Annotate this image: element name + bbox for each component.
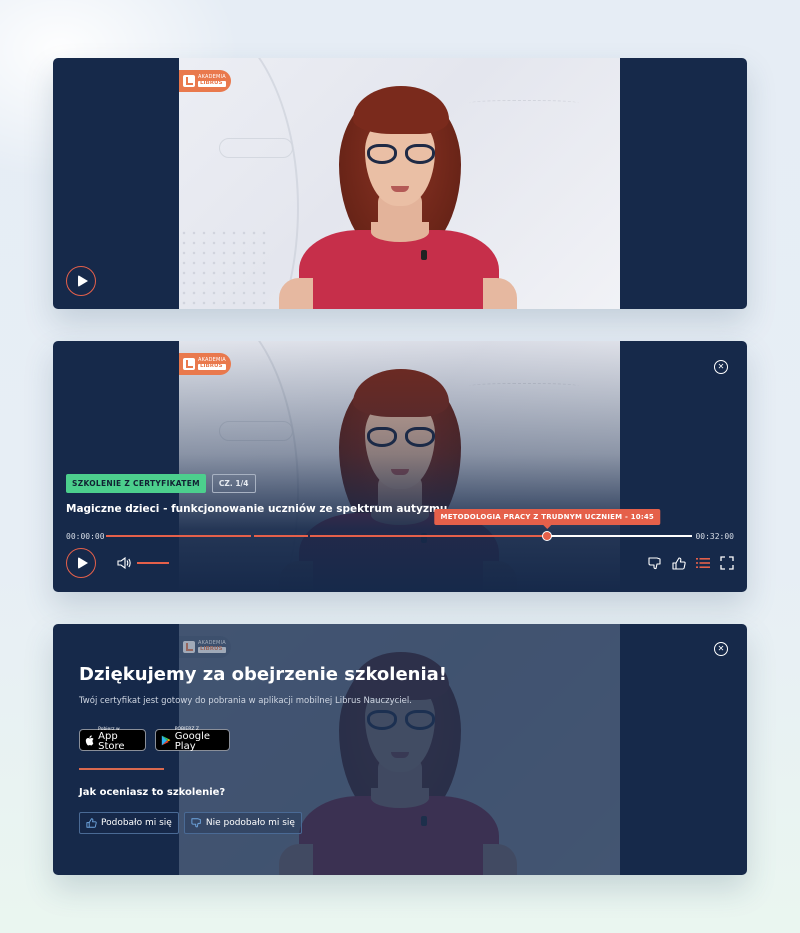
google-play-button[interactable]: POBIERZ Z Google Play (155, 727, 230, 753)
logo-text-bottom: LIBRUS (198, 364, 226, 370)
fullscreen-icon[interactable] (720, 556, 734, 570)
logo-text-bottom: LIBRUS (198, 647, 226, 653)
thumbs-up-icon[interactable] (672, 556, 686, 570)
end-screen-title: Dziękujemy za obejrzenie szkolenia! (79, 664, 448, 685)
app-store-button[interactable]: Pobierz w App Store (79, 727, 146, 753)
course-badges: SZKOLENIE Z CERTYFIKATEM CZ. 1/4 (66, 474, 256, 493)
progress-played-segment[interactable] (253, 535, 308, 537)
progress-played-segment[interactable] (309, 535, 549, 537)
like-label: Podobało mi się (101, 818, 172, 828)
google-play-icon (161, 735, 171, 745)
volume-control[interactable] (117, 557, 169, 569)
chapter-tooltip: METODOLOGIA PRACY Z TRUDNYM UCZNIEM - 10… (434, 509, 660, 529)
thumbs-up-icon (86, 818, 97, 828)
play-icon (77, 275, 88, 287)
librus-logo-mark-icon (183, 358, 195, 370)
logo-text-bottom: LIBRUS (198, 81, 226, 87)
volume-slider[interactable] (137, 562, 169, 564)
play-button[interactable] (66, 266, 96, 296)
akademia-librus-logo: AKADEMIA LIBRUS (179, 353, 231, 375)
dislike-label: Nie podobało mi się (205, 818, 295, 828)
end-screen-subtitle: Twój certyfikat jest gotowy do pobrania … (79, 696, 412, 706)
current-time: 00:00:00 (66, 532, 105, 541)
course-title: Magiczne dzieci - funkcjonowanie uczniów… (66, 503, 448, 515)
video-player-end-screen: AKADEMIA LIBRUS ✕ Dziękujemy za obejrzeni… (53, 624, 747, 875)
total-time: 00:32:00 (695, 532, 734, 541)
akademia-librus-logo: AKADEMIA LIBRUS (179, 636, 231, 658)
dislike-button[interactable]: Nie podobało mi się (183, 812, 302, 834)
section-divider (79, 768, 164, 770)
end-screen-overlay (179, 624, 620, 875)
progress-played-segment[interactable] (106, 535, 251, 537)
librus-logo-mark-icon (183, 75, 195, 87)
like-button[interactable]: Podobało mi się (79, 812, 179, 834)
close-icon: ✕ (717, 362, 725, 371)
app-store-big-text: App Store (98, 731, 125, 753)
video-player-controls[interactable]: AKADEMIA LIBRUS ✕ SZKOLENIE Z CERTYFIKATE… (53, 341, 747, 592)
progress-remaining-segment[interactable] (547, 535, 692, 537)
thumbs-down-icon[interactable] (648, 556, 662, 570)
video-frame[interactable]: AKADEMIA LIBRUS (179, 58, 620, 309)
librus-logo-mark-icon (183, 641, 195, 653)
background-dots (179, 228, 269, 308)
certificate-badge: SZKOLENIE Z CERTYFIKATEM (66, 474, 206, 493)
google-play-big-text: Google Play (174, 731, 211, 753)
player-toolbar (648, 556, 734, 570)
rating-buttons: Podobało mi się Nie podobało mi się (79, 812, 302, 834)
video-player-idle[interactable]: AKADEMIA LIBRUS (53, 58, 747, 309)
apple-icon (85, 734, 94, 745)
close-icon: ✕ (717, 644, 725, 653)
part-badge: CZ. 1/4 (211, 474, 256, 493)
store-badges: Pobierz w App Store POBIERZ Z Google Play (79, 727, 230, 753)
rating-question: Jak oceniasz to szkolenie? (79, 787, 226, 798)
progress-bar[interactable] (106, 531, 692, 541)
presenter-image (269, 82, 529, 309)
play-icon (77, 557, 88, 569)
chapters-list-icon[interactable] (696, 557, 710, 569)
close-button[interactable]: ✕ (714, 360, 728, 374)
controls-gradient-overlay (179, 341, 620, 592)
close-button[interactable]: ✕ (714, 642, 728, 656)
thumbs-down-icon (191, 818, 201, 828)
akademia-librus-logo: AKADEMIA LIBRUS (179, 70, 231, 92)
play-button[interactable] (66, 548, 96, 578)
volume-icon[interactable] (117, 557, 131, 569)
